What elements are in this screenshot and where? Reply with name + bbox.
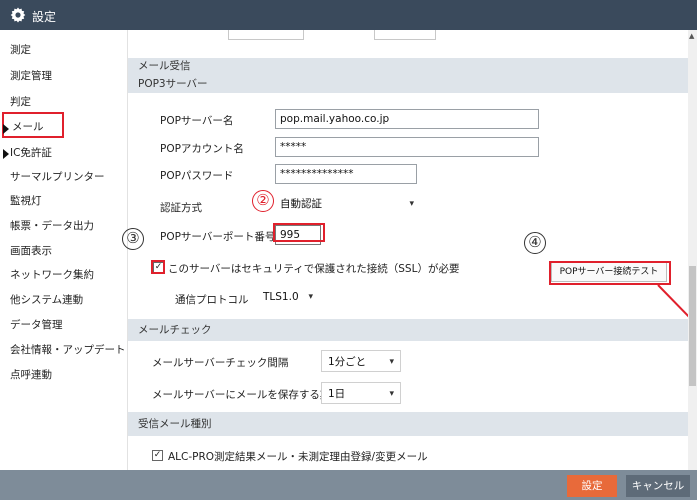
pop-account-input[interactable]: ***** [275,137,539,157]
keep-period-label: メールサーバーにメールを保存する期間 [152,389,341,401]
annotation-number-2: ② [252,190,274,212]
sidebar-item-thermal-printer[interactable]: サーマルプリンター [10,165,105,189]
sidebar-item-data-management[interactable]: データ管理 [10,313,63,337]
section-header-mail-check: メールチェック [128,319,688,341]
chevron-down-icon: ▾ [389,389,394,399]
sidebar-item-report-output[interactable]: 帳票・データ出力 [10,214,94,238]
sidebar-item-rollcall[interactable]: 点呼連動 [10,363,52,387]
pop-connection-test-button[interactable]: POPサーバー接続テスト [551,262,667,282]
pop-server-label: POPサーバー名 [160,115,234,127]
auth-method-select[interactable]: 自動認証 ▾ [274,193,420,215]
scrollbar-thumb[interactable] [689,266,696,386]
sidebar-item-measurement-management[interactable]: 測定管理 [10,64,52,88]
cancel-button[interactable]: キャンセル [626,475,690,497]
vertical-scrollbar[interactable]: ▲ [688,30,697,470]
pop-server-input[interactable]: pop.mail.yahoo.co.jp [275,109,539,129]
protocol-value: TLS1.0 [263,291,299,303]
pop-account-label: POPアカウント名 [160,143,244,155]
sidebar-item-company-update[interactable]: 会社情報・アップデート [10,338,126,362]
check-interval-value: 1分ごと [328,356,367,368]
alc-pro-mail-checkbox[interactable]: ✓ [152,450,163,461]
sidebar-item-measurement[interactable]: 測定 [10,38,31,62]
selected-arrow-icon [3,149,9,159]
auth-method-value: 自動認証 [280,198,322,210]
protocol-select[interactable]: TLS1.0 ▾ [257,286,319,308]
partial-field-right [374,30,436,40]
settings-panel: メール受信 POP3サーバー POPサーバー名 pop.mail.yahoo.c… [128,30,688,470]
footer-bar: 設定 キャンセル [0,470,697,500]
protocol-label: 通信プロトコル [175,294,249,306]
gear-icon [10,7,26,23]
sidebar-pointer-icon [3,124,9,134]
auth-method-label: 認証方式 [160,202,202,214]
pop-password-label: POPパスワード [160,170,234,182]
sidebar-item-mail[interactable]: メール [12,115,44,139]
chevron-down-icon: ▾ [389,357,394,367]
sidebar-item-network[interactable]: ネットワーク集約 [10,263,94,287]
section-header-mail-receive: メール受信 [128,58,688,75]
section-header-received-types: 受信メール種別 [128,412,688,436]
check-interval-select[interactable]: 1分ごと ▾ [321,350,401,372]
pop-port-input[interactable]: 995 [275,225,321,245]
sidebar-item-judgement[interactable]: 判定 [10,90,31,114]
save-button[interactable]: 設定 [567,475,617,497]
annotation-number-3: ③ [122,228,144,250]
pop-port-label: POPサーバーポート番号 [160,231,276,243]
chevron-down-icon: ▾ [409,199,414,209]
keep-period-value: 1日 [328,388,346,400]
window-title: 設定 [32,10,57,24]
alc-pro-mail-label: ALC-PRO測定結果メール・未測定理由登録/変更メール [168,451,428,463]
ssl-checkbox[interactable]: ✓ [153,262,164,273]
annotation-number-4: ④ [524,232,546,254]
sidebar-item-other-systems[interactable]: 他システム連動 [10,288,83,312]
check-interval-label: メールサーバーチェック間隔 [152,357,289,369]
scroll-up-icon[interactable]: ▲ [689,32,694,40]
keep-period-select[interactable]: 1日 ▾ [321,382,401,404]
chevron-down-icon: ▾ [308,292,313,302]
partial-field-left [228,30,304,40]
title-bar: 設定 [0,0,697,30]
subsection-header-pop3: POP3サーバー [128,75,688,93]
sidebar-item-ic-license[interactable]: IC免許証 [10,141,52,165]
ssl-label: このサーバーはセキュリティで保護された接続（SSL）が必要 [168,263,460,275]
sidebar-item-monitor-light[interactable]: 監視灯 [10,189,42,213]
sidebar: 測定 測定管理 判定 メール IC免許証 サーマルプリンター 監視灯 帳票・デー… [0,30,128,470]
sidebar-item-screen-display[interactable]: 画面表示 [10,239,52,263]
pop-password-input[interactable]: ************** [275,164,417,184]
